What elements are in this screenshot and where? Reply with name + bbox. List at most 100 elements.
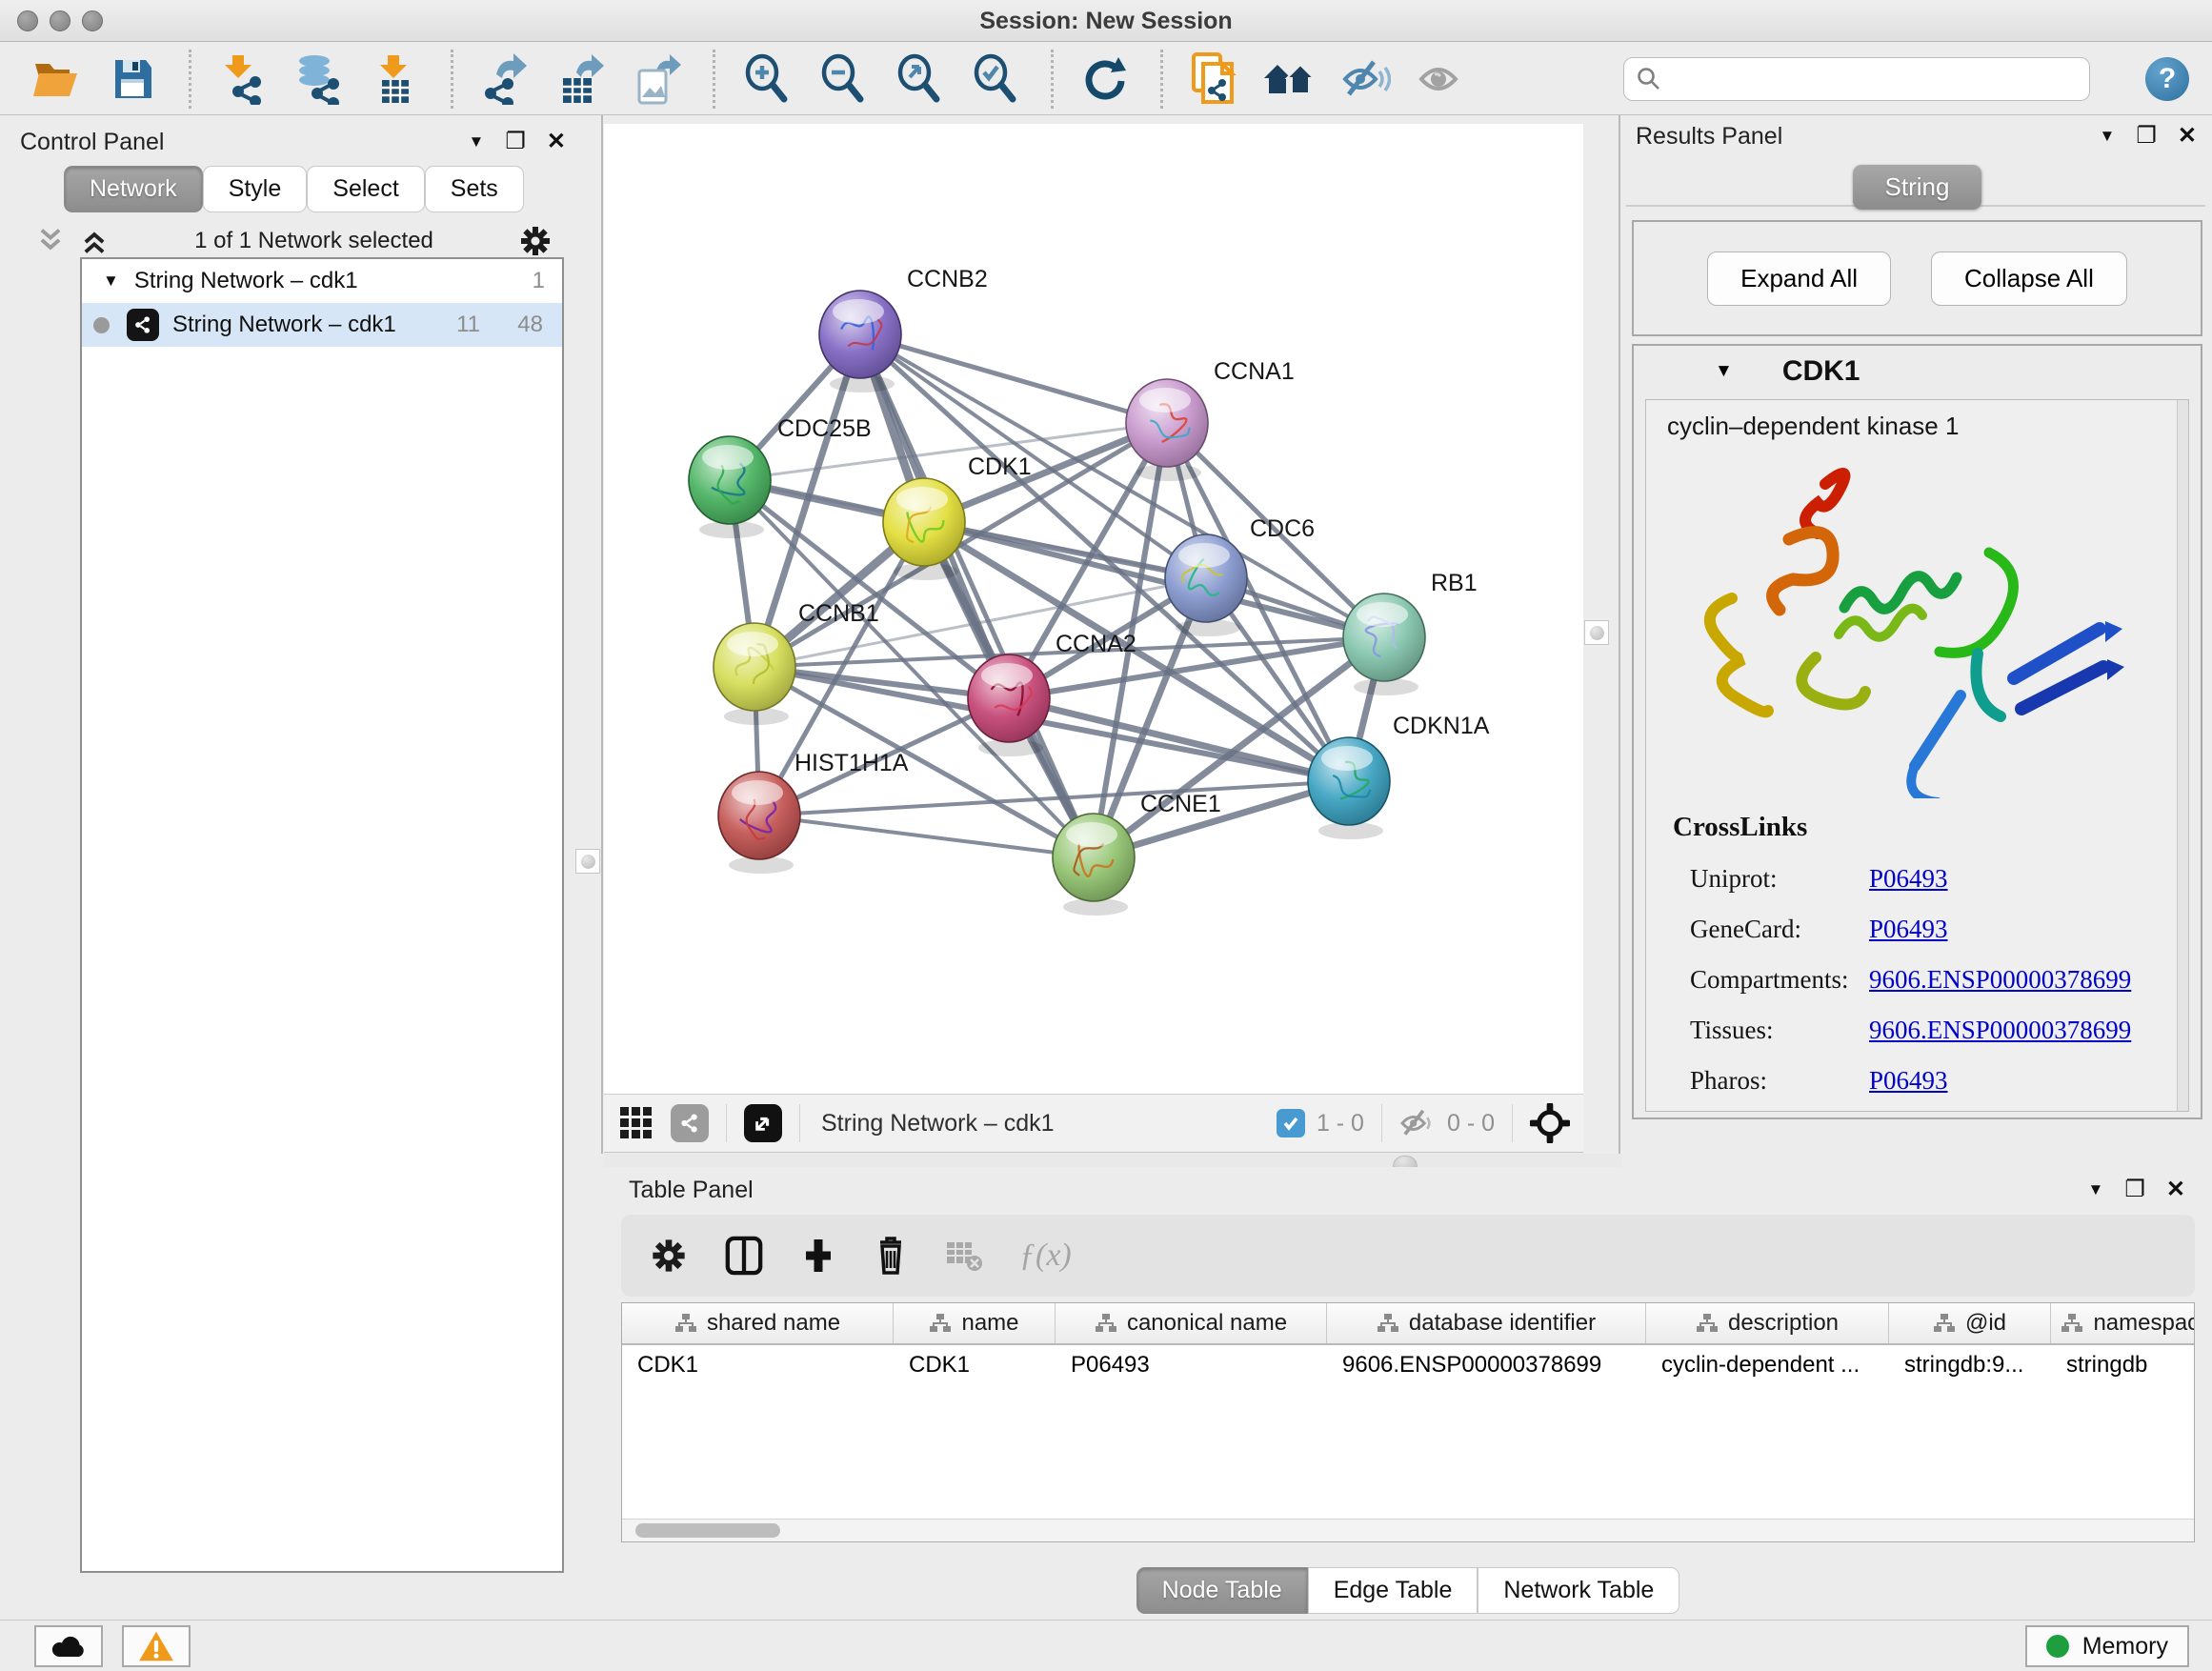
tab-node-table[interactable]: Node Table: [1136, 1567, 1308, 1614]
show-columns-icon[interactable]: [724, 1235, 764, 1277]
expand-all-icon[interactable]: [79, 227, 110, 255]
panel-menu-icon[interactable]: ▼: [2100, 125, 2116, 148]
graph-edge-CCNB2-CCNE1[interactable]: [860, 334, 1094, 857]
export-table-icon[interactable]: [553, 51, 608, 107]
graph-node-RB1[interactable]: RB1: [1343, 570, 1478, 695]
duplicate-network-icon[interactable]: [1186, 51, 1241, 107]
graph-node-label: CDK1: [968, 453, 1032, 480]
panel-float-icon[interactable]: ❐: [505, 131, 526, 153]
collection-caret-icon[interactable]: ▼: [103, 272, 119, 291]
grid-view-icon[interactable]: [619, 1106, 654, 1140]
column-header-shared-name[interactable]: shared name: [622, 1303, 894, 1343]
toolbar-separator: [189, 50, 191, 109]
detach-view-icon[interactable]: [744, 1104, 782, 1142]
delete-table-icon[interactable]: [945, 1238, 983, 1273]
tab-edge-table[interactable]: Edge Table: [1308, 1567, 1478, 1614]
hide-selected-icon[interactable]: [1338, 51, 1394, 107]
network-row[interactable]: String Network – cdk1 11 48: [82, 303, 562, 347]
network-options-gear-icon[interactable]: [518, 224, 553, 258]
birdseye-navigator-icon[interactable]: [1530, 1103, 1570, 1143]
export-image-icon[interactable]: [629, 51, 684, 107]
column-header-canonical-name[interactable]: canonical name: [1056, 1303, 1327, 1343]
graph-node-label: CCNB1: [798, 600, 879, 627]
tab-sets[interactable]: Sets: [425, 166, 524, 212]
table-settings-gear-icon[interactable]: [650, 1237, 688, 1275]
automation-cloud-button[interactable]: [34, 1625, 103, 1667]
crosslink-label: Pharos:: [1690, 1066, 1869, 1096]
column-header-description[interactable]: description: [1646, 1303, 1889, 1343]
gene-result-header[interactable]: ▼ CDK1: [1634, 346, 2201, 397]
gene-caret-icon[interactable]: ▼: [1715, 361, 1733, 382]
table-cell: 9606.ENSP00000378699: [1327, 1345, 1646, 1385]
column-header-name[interactable]: name: [894, 1303, 1056, 1343]
delete-column-icon[interactable]: [873, 1235, 909, 1277]
gene-symbol: CDK1: [1782, 355, 1860, 388]
graph-node-CDKN1A[interactable]: CDKN1A: [1308, 713, 1490, 839]
import-table-file-icon[interactable]: [367, 51, 422, 107]
crosslink-value-link[interactable]: P06493: [1869, 864, 1948, 894]
tab-string[interactable]: String: [1853, 165, 1982, 210]
expand-all-button[interactable]: Expand All: [1707, 252, 1891, 306]
panel-float-icon[interactable]: ❐: [2124, 1178, 2145, 1201]
selected-checkbox-icon[interactable]: [1277, 1109, 1305, 1137]
panel-menu-icon[interactable]: ▼: [2088, 1178, 2104, 1201]
zoom-in-icon[interactable]: [738, 51, 794, 107]
first-neighbors-icon[interactable]: [1262, 51, 1317, 107]
gene-description: cyclin–dependent kinase 1: [1667, 412, 1959, 441]
table-scrollbar-thumb[interactable]: [635, 1523, 780, 1538]
panel-menu-icon[interactable]: ▼: [469, 131, 485, 153]
column-header-namespace[interactable]: namespace: [2051, 1303, 2195, 1343]
hidden-count: 0 - 0: [1447, 1110, 1495, 1137]
warnings-button[interactable]: [122, 1625, 191, 1667]
help-button[interactable]: ?: [2145, 57, 2189, 101]
network-canvas[interactable]: CCNB2CCNA1CDC25BCDK1CDC6RB1CCNB1CCNA2CDK…: [604, 124, 1583, 1094]
tab-network-table[interactable]: Network Table: [1478, 1567, 1679, 1614]
table-row[interactable]: CDK1CDK1P064939606.ENSP00000378699cyclin…: [622, 1345, 2194, 1385]
network-collection-row[interactable]: ▼ String Network – cdk1 1: [82, 259, 562, 303]
memory-button[interactable]: Memory: [2025, 1625, 2189, 1667]
search-input[interactable]: [1662, 66, 2089, 92]
show-all-icon[interactable]: [1415, 51, 1470, 107]
cloud-icon: [50, 1632, 88, 1661]
collapse-all-icon[interactable]: [35, 227, 66, 255]
function-builder-icon[interactable]: ƒ(x): [1019, 1238, 1072, 1274]
graph-node-CDC6[interactable]: CDC6: [1165, 515, 1315, 636]
import-network-from-database-icon[interactable]: [291, 51, 346, 107]
panel-close-icon[interactable]: ✕: [2166, 1178, 2185, 1201]
refresh-icon[interactable]: [1076, 51, 1132, 107]
open-session-icon[interactable]: [29, 51, 84, 107]
tab-network[interactable]: Network: [64, 166, 203, 212]
import-network-file-icon[interactable]: [214, 51, 270, 107]
network-view-mode-icon[interactable]: [671, 1104, 709, 1142]
panel-close-icon[interactable]: ✕: [2178, 125, 2197, 148]
tab-style[interactable]: Style: [203, 166, 308, 212]
collapse-all-button[interactable]: Collapse All: [1931, 252, 2127, 306]
column-header-label: description: [1728, 1310, 1839, 1337]
crosslink-value-link[interactable]: 9606.ENSP00000378699: [1869, 1016, 2131, 1045]
graph-node-label: HIST1H1A: [794, 750, 909, 776]
results-scrollbar[interactable]: [2177, 400, 2188, 1111]
crosslink-row: Uniprot:P06493: [1673, 864, 2131, 894]
crosslink-value-link[interactable]: P06493: [1869, 915, 1948, 944]
zoom-out-icon[interactable]: [814, 51, 870, 107]
left-splitter-handle[interactable]: [575, 849, 600, 874]
graph-edge-HIST1H1A-CCNE1[interactable]: [759, 815, 1094, 857]
table-horizontal-scrollbar[interactable]: [622, 1519, 2194, 1541]
graph-node-CCNE1[interactable]: CCNE1: [1053, 791, 1221, 916]
tab-select[interactable]: Select: [307, 166, 424, 212]
export-network-icon[interactable]: [476, 51, 532, 107]
zoom-selected-icon[interactable]: [967, 51, 1022, 107]
panel-close-icon[interactable]: ✕: [547, 131, 566, 153]
save-session-icon[interactable]: [105, 51, 160, 107]
search-box[interactable]: [1623, 57, 2090, 101]
hidden-eye-icon[interactable]: [1399, 1108, 1436, 1138]
crosslink-value-link[interactable]: 9606.ENSP00000378699: [1869, 965, 2131, 995]
panel-float-icon[interactable]: ❐: [2136, 125, 2157, 148]
column-header--id[interactable]: @id: [1889, 1303, 2051, 1343]
column-header-database-identifier[interactable]: database identifier: [1327, 1303, 1646, 1343]
right-splitter-handle[interactable]: [1584, 620, 1609, 645]
add-column-icon[interactable]: [800, 1236, 836, 1276]
crosslink-value-link[interactable]: P06493: [1869, 1066, 1948, 1096]
control-panel: Control Panel ▼ ❐ ✕ Network Style Select…: [14, 124, 572, 1599]
zoom-fit-icon[interactable]: [891, 51, 946, 107]
